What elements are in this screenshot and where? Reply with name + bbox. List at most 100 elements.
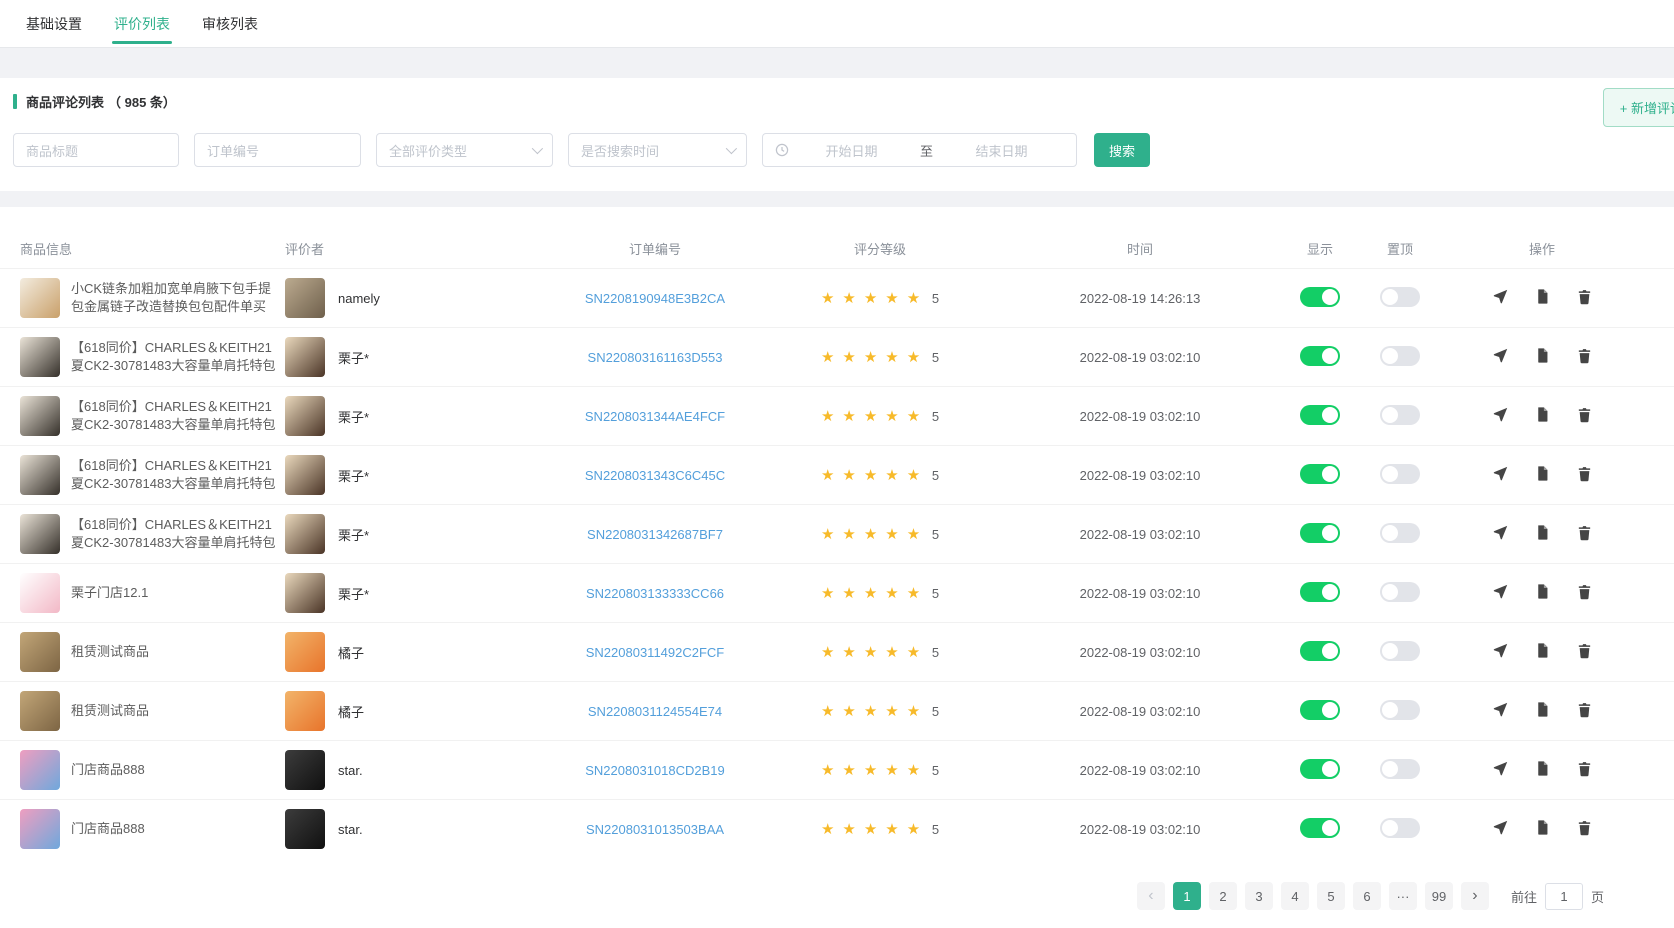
order-number-link[interactable]: SN2208031344AE4FCF: [585, 409, 725, 424]
show-toggle[interactable]: [1300, 405, 1340, 425]
order-number-link[interactable]: SN220803133333CC66: [586, 586, 724, 601]
next-page-button[interactable]: ›: [1461, 882, 1489, 910]
order-number-link[interactable]: SN2208190948E3B2CA: [585, 291, 725, 306]
send-icon[interactable]: [1492, 583, 1509, 600]
show-toggle[interactable]: [1300, 464, 1340, 484]
search-time-value: 是否搜索时间: [581, 141, 659, 160]
pages-ellipsis[interactable]: ···: [1389, 882, 1417, 910]
star-icon: ★: [907, 466, 920, 484]
pin-top-toggle[interactable]: [1380, 700, 1420, 720]
order-cell: SN2208031343C6C45C: [550, 468, 760, 483]
prev-page-button[interactable]: ‹: [1137, 882, 1165, 910]
send-icon[interactable]: [1492, 642, 1509, 659]
document-icon[interactable]: [1534, 701, 1551, 718]
tab-basic-settings[interactable]: 基础设置: [26, 0, 82, 47]
review-panel: 商品评论列表 （ 985 条） + 新增评论 商品标题 订单编号 全部评价类型 …: [0, 78, 1674, 191]
show-toggle[interactable]: [1300, 346, 1340, 366]
document-icon[interactable]: [1534, 583, 1551, 600]
order-number-link[interactable]: SN22080311492C2FCF: [586, 645, 725, 660]
order-no-input[interactable]: 订单编号: [194, 133, 361, 167]
panel-count: （ 985 条）: [108, 92, 176, 111]
delete-icon[interactable]: [1576, 583, 1593, 600]
show-toggle[interactable]: [1300, 818, 1340, 838]
delete-icon[interactable]: [1576, 406, 1593, 423]
delete-icon[interactable]: [1576, 288, 1593, 305]
pin-top-toggle[interactable]: [1380, 346, 1420, 366]
show-toggle[interactable]: [1300, 641, 1340, 661]
send-icon[interactable]: [1492, 465, 1509, 482]
document-icon[interactable]: [1534, 524, 1551, 541]
send-icon[interactable]: [1492, 288, 1509, 305]
page-button-5[interactable]: 5: [1317, 882, 1345, 910]
review-type-select[interactable]: 全部评价类型: [376, 133, 553, 167]
page-button-6[interactable]: 6: [1353, 882, 1381, 910]
search-time-select[interactable]: 是否搜索时间: [568, 133, 747, 167]
start-date-placeholder[interactable]: 开始日期: [789, 141, 914, 160]
stars: ★★★★★: [821, 289, 928, 307]
pin-top-toggle[interactable]: [1380, 818, 1420, 838]
search-button[interactable]: 搜索: [1094, 133, 1150, 167]
page-button-99[interactable]: 99: [1425, 882, 1453, 910]
show-toggle[interactable]: [1300, 759, 1340, 779]
pin-top-toggle[interactable]: [1380, 523, 1420, 543]
time-cell: 2022-08-19 03:02:10: [1000, 763, 1280, 778]
show-toggle[interactable]: [1300, 287, 1340, 307]
stars: ★★★★★: [821, 643, 928, 661]
document-icon[interactable]: [1534, 760, 1551, 777]
delete-icon[interactable]: [1576, 760, 1593, 777]
document-icon[interactable]: [1534, 347, 1551, 364]
tab-audit-list[interactable]: 审核列表: [202, 0, 258, 47]
page-button-1[interactable]: 1: [1173, 882, 1201, 910]
date-range-picker[interactable]: 开始日期 至 结束日期: [762, 133, 1077, 167]
send-icon[interactable]: [1492, 760, 1509, 777]
order-number-link[interactable]: SN2208031343C6C45C: [585, 468, 725, 483]
pin-top-toggle[interactable]: [1380, 641, 1420, 661]
pin-top-toggle[interactable]: [1380, 287, 1420, 307]
page-button-4[interactable]: 4: [1281, 882, 1309, 910]
star-icon: ★: [885, 643, 898, 661]
page-button-2[interactable]: 2: [1209, 882, 1237, 910]
pin-top-toggle[interactable]: [1380, 582, 1420, 602]
send-icon[interactable]: [1492, 347, 1509, 364]
document-icon[interactable]: [1534, 465, 1551, 482]
document-icon[interactable]: [1534, 642, 1551, 659]
star-icon: ★: [885, 348, 898, 366]
show-toggle[interactable]: [1300, 582, 1340, 602]
tab-review-list[interactable]: 评价列表: [114, 0, 170, 47]
end-date-placeholder[interactable]: 结束日期: [939, 141, 1064, 160]
add-review-button[interactable]: + 新增评论: [1603, 88, 1674, 127]
order-number-link[interactable]: SN2208031124554E74: [588, 704, 722, 719]
goto-page-input[interactable]: [1545, 883, 1583, 910]
order-cell: SN2208031124554E74: [550, 704, 760, 719]
delete-icon[interactable]: [1576, 819, 1593, 836]
order-number-link[interactable]: SN2208031013503BAA: [586, 822, 724, 837]
order-number-link[interactable]: SN2208031342687BF7: [587, 527, 723, 542]
document-icon[interactable]: [1534, 406, 1551, 423]
order-number-link[interactable]: SN220803161163D553: [588, 350, 723, 365]
star-icon: ★: [907, 289, 920, 307]
delete-icon[interactable]: [1576, 347, 1593, 364]
send-icon[interactable]: [1492, 406, 1509, 423]
send-icon[interactable]: [1492, 819, 1509, 836]
document-icon[interactable]: [1534, 288, 1551, 305]
delete-icon[interactable]: [1576, 642, 1593, 659]
send-icon[interactable]: [1492, 524, 1509, 541]
panel-header: 商品评论列表 （ 985 条）: [13, 92, 1660, 111]
product-image: [20, 750, 60, 790]
star-icon: ★: [821, 466, 834, 484]
pin-top-toggle[interactable]: [1380, 405, 1420, 425]
send-icon[interactable]: [1492, 701, 1509, 718]
show-toggle[interactable]: [1300, 523, 1340, 543]
delete-icon[interactable]: [1576, 524, 1593, 541]
document-icon[interactable]: [1534, 819, 1551, 836]
pin-top-toggle[interactable]: [1380, 759, 1420, 779]
delete-icon[interactable]: [1576, 701, 1593, 718]
product-title-input[interactable]: 商品标题: [13, 133, 179, 167]
pager: ‹ 123456 ··· 99 ›: [1137, 882, 1489, 910]
delete-icon[interactable]: [1576, 465, 1593, 482]
page-button-3[interactable]: 3: [1245, 882, 1273, 910]
header-show: 显示: [1280, 239, 1360, 258]
order-number-link[interactable]: SN2208031018CD2B19: [585, 763, 725, 778]
pin-top-toggle[interactable]: [1380, 464, 1420, 484]
show-toggle[interactable]: [1300, 700, 1340, 720]
